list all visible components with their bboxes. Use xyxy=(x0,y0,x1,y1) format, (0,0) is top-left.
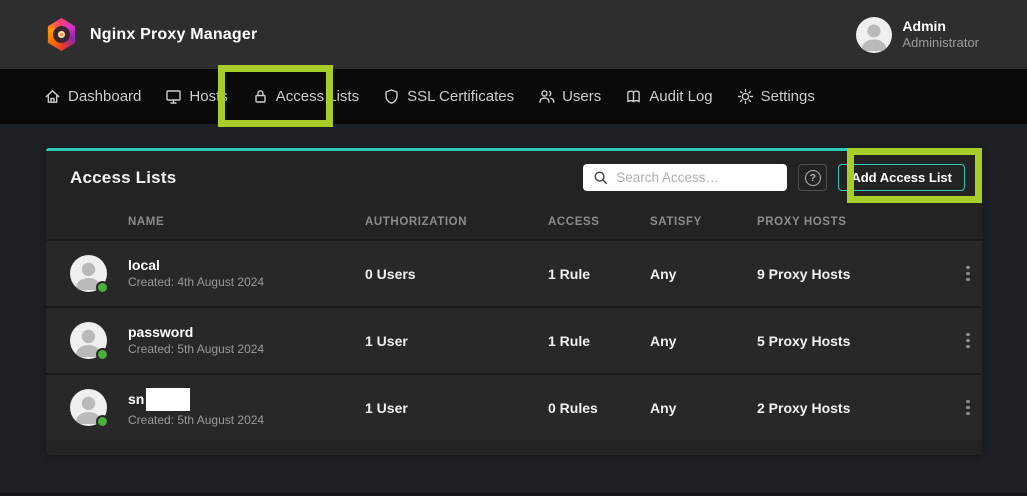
nav-label: Access Lists xyxy=(276,88,359,105)
name-lines: local Created: 4th August 2024 xyxy=(128,257,264,290)
proxy-hosts-value: 9 Proxy Hosts xyxy=(757,266,948,282)
row-menu-button[interactable] xyxy=(960,260,976,288)
name-cell: sn Created: 5th August 2024 xyxy=(46,388,365,428)
gear-icon xyxy=(737,88,754,105)
person-icon xyxy=(856,17,892,53)
authorization-value: 1 User xyxy=(365,400,548,416)
content-area: Access Lists ? Add Access List NAME AUTH… xyxy=(0,124,1027,455)
avatar xyxy=(70,322,107,359)
table-row[interactable]: password Created: 5th August 2024 1 User… xyxy=(46,306,982,373)
app-logo-icon xyxy=(46,18,77,51)
nav-item-audit-log[interactable]: Audit Log xyxy=(625,88,712,105)
column-header-satisfy: SATISFY xyxy=(650,216,757,228)
name-lines: sn Created: 5th August 2024 xyxy=(128,388,264,428)
satisfy-value: Any xyxy=(650,400,757,416)
access-list-name: sn xyxy=(128,388,264,411)
book-icon xyxy=(625,88,642,105)
nav-label: Hosts xyxy=(189,88,227,105)
status-dot xyxy=(96,348,109,361)
nav-item-users[interactable]: Users xyxy=(538,88,601,105)
actions-cell xyxy=(948,327,982,355)
nav-item-dashboard[interactable]: Dashboard xyxy=(44,88,141,105)
search-box xyxy=(583,164,787,191)
authorization-value: 1 User xyxy=(365,333,548,349)
name-lines: password Created: 5th August 2024 xyxy=(128,324,264,357)
access-value: 1 Rule xyxy=(548,266,650,282)
proxy-hosts-value: 2 Proxy Hosts xyxy=(757,400,948,416)
nav-item-access-lists[interactable]: Access Lists xyxy=(252,88,359,105)
access-list-name: local xyxy=(128,257,264,273)
column-header-authorization: AUTHORIZATION xyxy=(365,216,548,228)
table-row[interactable]: local Created: 4th August 2024 0 Users 1… xyxy=(46,239,982,306)
app-header: Nginx Proxy Manager Admin Administrator xyxy=(0,0,1027,69)
row-menu-button[interactable] xyxy=(960,394,976,422)
actions-cell xyxy=(948,394,982,422)
access-value: 1 Rule xyxy=(548,333,650,349)
satisfy-value: Any xyxy=(650,266,757,282)
nav-label: Settings xyxy=(761,88,815,105)
panel-title: Access Lists xyxy=(70,168,176,188)
authorization-value: 0 Users xyxy=(365,266,548,282)
user-name: Admin xyxy=(902,18,979,36)
brand: Nginx Proxy Manager xyxy=(46,18,257,51)
status-dot xyxy=(96,281,109,294)
column-header-proxy-hosts: PROXY HOSTS xyxy=(757,216,948,228)
users-icon xyxy=(538,88,555,105)
proxy-hosts-value: 5 Proxy Hosts xyxy=(757,333,948,349)
nav-label: Dashboard xyxy=(68,88,141,105)
search-input[interactable] xyxy=(616,170,777,185)
app-title: Nginx Proxy Manager xyxy=(90,26,257,44)
nav-item-settings[interactable]: Settings xyxy=(737,88,815,105)
search-icon xyxy=(593,169,608,186)
nav-label: Audit Log xyxy=(649,88,712,105)
help-icon: ? xyxy=(805,170,821,186)
table-row[interactable]: sn Created: 5th August 2024 1 User 0 Rul… xyxy=(46,373,982,440)
row-menu-button[interactable] xyxy=(960,327,976,355)
main-nav: Dashboard Hosts Access Lists SSL Certifi… xyxy=(0,69,1027,124)
name-cell: local Created: 4th August 2024 xyxy=(46,255,365,292)
status-dot xyxy=(96,415,109,428)
created-date: Created: 4th August 2024 xyxy=(128,276,264,290)
access-lists-panel: Access Lists ? Add Access List NAME AUTH… xyxy=(46,148,982,455)
access-list-name: password xyxy=(128,324,264,340)
user-role: Administrator xyxy=(902,35,979,51)
table-header: NAME AUTHORIZATION ACCESS SATISFY PROXY … xyxy=(46,204,982,239)
monitor-icon xyxy=(165,88,182,105)
column-header-access: ACCESS xyxy=(548,216,650,228)
access-value: 0 Rules xyxy=(548,400,650,416)
home-icon xyxy=(44,88,61,105)
shield-icon xyxy=(383,88,400,105)
lock-icon xyxy=(252,88,269,105)
created-date: Created: 5th August 2024 xyxy=(128,414,264,428)
panel-header: Access Lists ? Add Access List xyxy=(46,151,982,204)
actions-cell xyxy=(948,260,982,288)
redaction-box xyxy=(146,388,190,411)
user-avatar xyxy=(856,17,892,53)
user-menu[interactable]: Admin Administrator xyxy=(856,17,979,53)
nav-item-ssl-certificates[interactable]: SSL Certificates xyxy=(383,88,514,105)
name-cell: password Created: 5th August 2024 xyxy=(46,322,365,359)
avatar xyxy=(70,255,107,292)
help-button[interactable]: ? xyxy=(798,164,827,191)
nav-item-hosts[interactable]: Hosts xyxy=(165,88,227,105)
panel-actions: ? Add Access List xyxy=(583,164,965,191)
nav-label: Users xyxy=(562,88,601,105)
satisfy-value: Any xyxy=(650,333,757,349)
add-access-list-button[interactable]: Add Access List xyxy=(838,164,965,191)
table-body: local Created: 4th August 2024 0 Users 1… xyxy=(46,239,982,440)
avatar xyxy=(70,389,107,426)
created-date: Created: 5th August 2024 xyxy=(128,343,264,357)
column-header-name: NAME xyxy=(46,216,365,228)
nav-label: SSL Certificates xyxy=(407,88,514,105)
user-text: Admin Administrator xyxy=(902,18,979,52)
